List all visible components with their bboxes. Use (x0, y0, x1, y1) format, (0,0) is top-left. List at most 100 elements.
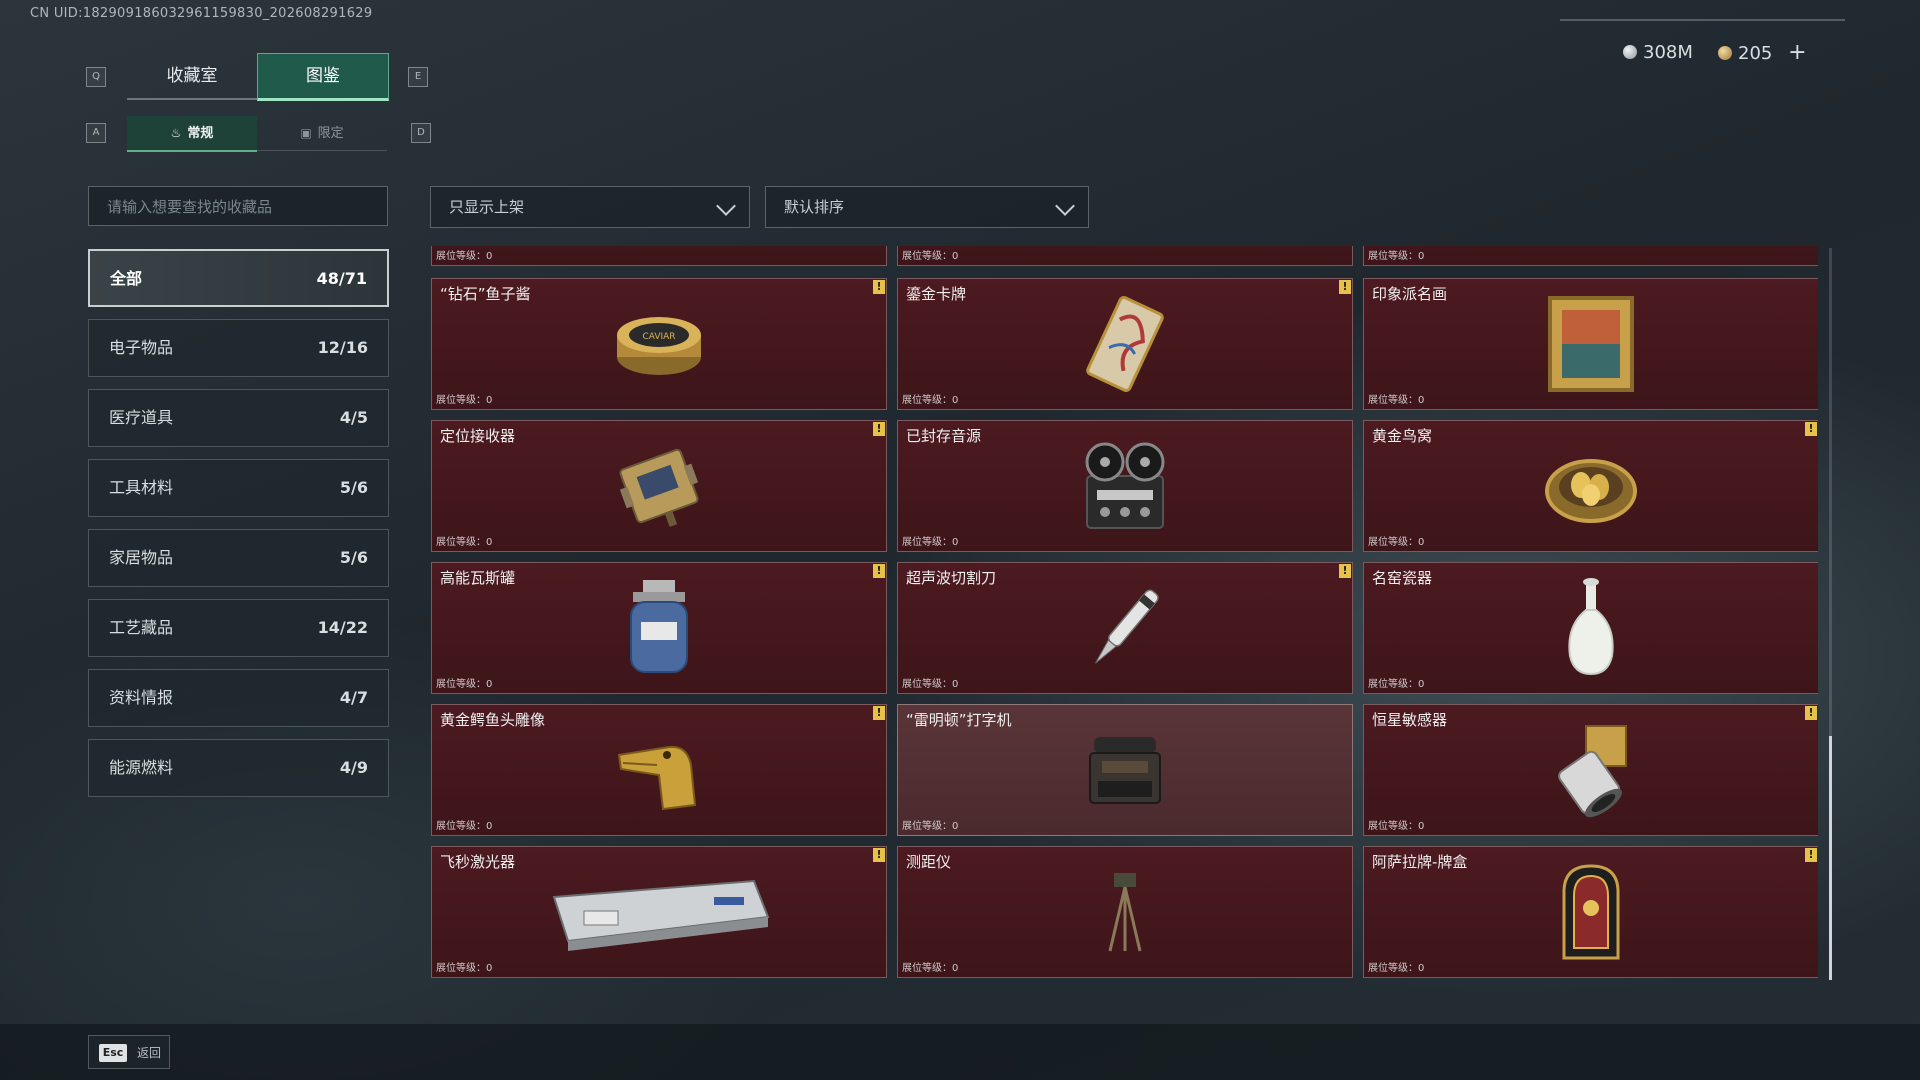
category-count: 4/9 (339, 758, 368, 777)
booth-level: 展位等级：0 (1368, 395, 1425, 406)
display-filter-dropdown[interactable]: 只显示上架 (430, 186, 750, 228)
category-label: 医疗道具 (109, 408, 174, 427)
booth-level: 展位等级：0 (1368, 251, 1425, 262)
back-label: 返回 (137, 1046, 162, 1060)
collection-card-golden-nest[interactable]: 黄金鸟窝 ! 展位等级：0 (1363, 420, 1818, 552)
category-label: 能源燃料 (109, 758, 174, 777)
add-currency-button[interactable]: + (1788, 40, 1806, 65)
item-name: 阿萨拉牌-牌盒 (1372, 853, 1468, 871)
booth-level: 展位等级：0 (902, 395, 959, 406)
category-all[interactable]: 全部 48/71 (88, 249, 389, 307)
collection-card[interactable]: 展位等级：0 (1363, 246, 1818, 266)
collection-card-gilded-card[interactable]: 鎏金卡牌 ! 展位等级：0 (897, 278, 1353, 410)
back-button[interactable]: Esc 返回 (88, 1035, 170, 1069)
item-name: 已封存音源 (906, 427, 982, 445)
category-electronics[interactable]: 电子物品 12/16 (88, 319, 389, 377)
category-count: 4/7 (339, 688, 368, 707)
booth-level: 展位等级：0 (902, 251, 959, 262)
item-name: 测距仪 (906, 853, 952, 871)
alert-badge: ! (873, 422, 885, 436)
typewriter-icon (1089, 737, 1161, 804)
collection-card-caviar[interactable]: “钻石”鱼子酱 ! CAVIAR 展位等级：0 (431, 278, 887, 410)
collection-card-card-box[interactable]: 阿萨拉牌-牌盒 ! 展位等级：0 (1363, 846, 1818, 978)
alert-badge: ! (1805, 848, 1817, 862)
gilded-card-icon (1086, 296, 1164, 392)
booth-level: 展位等级：0 (436, 251, 493, 262)
alert-badge: ! (873, 280, 885, 294)
grid-scrollbar-thumb[interactable] (1829, 736, 1832, 980)
category-tools[interactable]: 工具材料 5/6 (88, 459, 389, 517)
item-name: 黄金鸟窝 (1372, 427, 1433, 445)
alert-badge: ! (1805, 422, 1817, 436)
collection-card-ultrasonic-cutter[interactable]: 超声波切割刀 ! 展位等级：0 (897, 562, 1353, 694)
item-name: 飞秒激光器 (440, 853, 516, 871)
collection-card-porcelain[interactable]: 名窑瓷器 展位等级：0 (1363, 562, 1818, 694)
search-input[interactable] (105, 197, 379, 217)
collection-card-gas-canister[interactable]: 高能瓦斯罐 ! 展位等级：0 (431, 562, 887, 694)
item-name: 定位接收器 (440, 427, 516, 445)
category-count: 12/16 (317, 338, 368, 357)
collection-card-typewriter[interactable]: “雷明顿”打字机 展位等级：0 (897, 704, 1353, 836)
silver-amount: 308M (1643, 42, 1693, 63)
category-count: 14/22 (317, 618, 368, 637)
category-count: 5/6 (339, 478, 368, 497)
flame-icon: ♨ (170, 126, 182, 140)
top-divider (1560, 19, 1845, 21)
subtab-normal[interactable]: ♨ 常规 (127, 116, 257, 152)
tab-atlas[interactable]: 图鉴 (257, 53, 389, 101)
item-name: 鎏金卡牌 (906, 285, 967, 303)
subtab-limited-label: 限定 (317, 126, 344, 141)
item-name: 恒星敏感器 (1372, 711, 1448, 729)
key-hint-q: Q (86, 67, 106, 87)
category-crafts[interactable]: 工艺藏品 14/22 (88, 599, 389, 657)
booth-level: 展位等级：0 (436, 821, 493, 832)
booth-level: 展位等级：0 (902, 963, 959, 974)
category-count: 4/5 (339, 408, 368, 427)
booth-level: 展位等级：0 (436, 395, 493, 406)
key-hint-a: A (86, 123, 106, 143)
collection-card-sealed-audio[interactable]: 已封存音源 展位等级：0 (897, 420, 1353, 552)
category-label: 电子物品 (109, 338, 174, 357)
category-household[interactable]: 家居物品 5/6 (88, 529, 389, 587)
collection-grid: 展位等级：0 展位等级：0 展位等级：0 “钻石”鱼子酱 ! CAVIAR 展位… (430, 246, 1818, 980)
alert-badge: ! (873, 848, 885, 862)
item-name: “雷明顿”打字机 (906, 711, 1012, 729)
item-name: 黄金鳄鱼头雕像 (440, 711, 546, 729)
esc-key-icon: Esc (99, 1044, 127, 1062)
collection-card-locator-receiver[interactable]: 定位接收器 ! 展位等级：0 (431, 420, 887, 552)
sort-dropdown[interactable]: 默认排序 (765, 186, 1089, 228)
booth-level: 展位等级：0 (1368, 537, 1425, 548)
item-name: 印象派名画 (1372, 285, 1448, 303)
gold-currency: 205 + (1718, 40, 1807, 66)
tab-collection-room[interactable]: 收藏室 (127, 54, 257, 100)
silver-coin-icon (1623, 45, 1637, 59)
alert-badge: ! (1805, 706, 1817, 720)
booth-level: 展位等级：0 (436, 963, 493, 974)
category-count: 48/71 (316, 269, 367, 288)
porcelain-vase-icon (1568, 578, 1614, 676)
collection-card[interactable]: 展位等级：0 (431, 246, 887, 266)
booth-level: 展位等级：0 (1368, 821, 1425, 832)
category-medical[interactable]: 医疗道具 4/5 (88, 389, 389, 447)
collection-card-croc-statue[interactable]: 黄金鳄鱼头雕像 ! 展位等级：0 (431, 704, 887, 836)
category-energy[interactable]: 能源燃料 4/9 (88, 739, 389, 797)
collection-card-femtosecond-laser[interactable]: 飞秒激光器 ! 展位等级：0 (431, 846, 887, 978)
laser-device-icon (552, 879, 770, 951)
golden-nest-icon (1545, 459, 1637, 523)
item-name: 名窑瓷器 (1372, 569, 1433, 587)
item-name: 超声波切割刀 (906, 569, 997, 587)
subtab-limited[interactable]: ▣ 限定 (257, 116, 387, 151)
sort-value: 默认排序 (784, 198, 845, 216)
collection-card[interactable]: 展位等级：0 (897, 246, 1353, 266)
category-intel[interactable]: 资料情报 4/7 (88, 669, 389, 727)
collection-card-rangefinder[interactable]: 测距仪 展位等级：0 (897, 846, 1353, 978)
bottom-bar (0, 1024, 1920, 1080)
category-label: 资料情报 (109, 688, 174, 707)
booth-level: 展位等级：0 (436, 679, 493, 690)
collection-card-star-sensor[interactable]: 恒星敏感器 ! 展位等级：0 (1363, 704, 1818, 836)
svg-text:CAVIAR: CAVIAR (642, 332, 675, 342)
cutter-icon (1094, 589, 1159, 664)
booth-level: 展位等级：0 (436, 537, 493, 548)
collection-card-impressionist-painting[interactable]: 印象派名画 展位等级：0 (1363, 278, 1818, 410)
crocodile-statue-icon (617, 745, 697, 811)
